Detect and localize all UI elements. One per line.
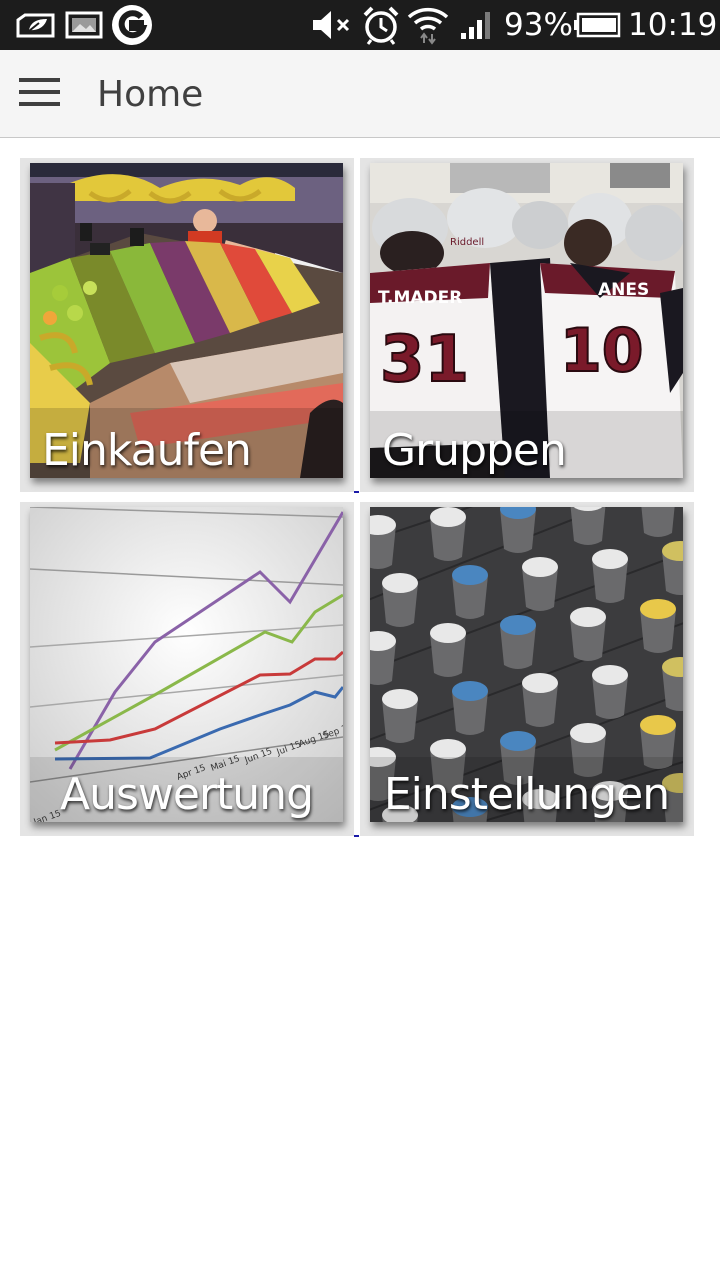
knob-cap [640, 715, 676, 735]
jersey-number-left: 31 [380, 323, 469, 397]
status-bar: 93% 10:19 [0, 0, 720, 50]
link-underline-marker [354, 491, 359, 493]
tile-einstellungen[interactable]: Einstellungen [360, 502, 694, 836]
knob-cap [382, 689, 418, 709]
hamburger-menu-icon [19, 77, 61, 111]
menu-button[interactable] [12, 66, 68, 122]
jersey-name-right: ANES [598, 280, 649, 300]
knob-cap [522, 557, 558, 577]
jersey-name-left: T.MADER [378, 288, 462, 308]
knob-body [641, 507, 675, 537]
g-app-icon [110, 0, 154, 50]
knob-cap [640, 599, 676, 619]
clock: 10:19 [628, 7, 718, 43]
knob-cap [522, 673, 558, 693]
knob-cap [592, 665, 628, 685]
jersey-number-right: 10 [560, 316, 644, 386]
line-chart-photo-image: Jan 15 Apr 15 Mai 15 Jun 15 Jul 15 Aug 1… [30, 507, 343, 822]
tile-auswertung[interactable]: Jan 15 Apr 15 Mai 15 Jun 15 Jul 15 Aug 1… [20, 502, 354, 836]
mute-icon [310, 0, 354, 50]
knob-cap [452, 681, 488, 701]
battery-icon [572, 0, 622, 50]
page-title: Home [97, 73, 204, 115]
tile-label-auswertung: Auswertung [59, 769, 314, 820]
tile-einkaufen[interactable]: Einkaufen [20, 158, 354, 492]
leaf-battery-saver-icon [14, 0, 58, 50]
knob-cap [382, 573, 418, 593]
tile-gruppen[interactable]: T.MADER ANES 31 10 Riddell Gruppen [360, 158, 694, 492]
knob-cap [430, 507, 466, 527]
tile-label-einstellungen: Einstellungen [383, 769, 670, 820]
knob-cap [430, 739, 466, 759]
knob-cap [592, 549, 628, 569]
market-photo-image: Einkaufen [30, 163, 343, 478]
knob-body [570, 507, 606, 545]
gallery-notification-icon [64, 0, 104, 50]
mixing-console-photo-image: Einstellungen [370, 507, 683, 822]
alarm-icon [360, 0, 402, 50]
helmet-brand-text: Riddell [450, 237, 484, 248]
knob-cap [570, 607, 606, 627]
tile-label-gruppen: Gruppen [382, 425, 567, 476]
signal-icon [458, 0, 496, 50]
battery-percent: 93% [504, 7, 573, 43]
football-team-photo-image: T.MADER ANES 31 10 Riddell Gruppen [370, 163, 683, 478]
knob-cap [452, 565, 488, 585]
tile-label-einkaufen: Einkaufen [42, 425, 252, 476]
link-underline-marker [354, 835, 359, 837]
knob-cap [500, 731, 536, 751]
knob-cap [570, 723, 606, 743]
knob-cap [500, 615, 536, 635]
knob-cap [430, 623, 466, 643]
wifi-icon [406, 0, 450, 50]
app-bar: Home [0, 50, 720, 138]
